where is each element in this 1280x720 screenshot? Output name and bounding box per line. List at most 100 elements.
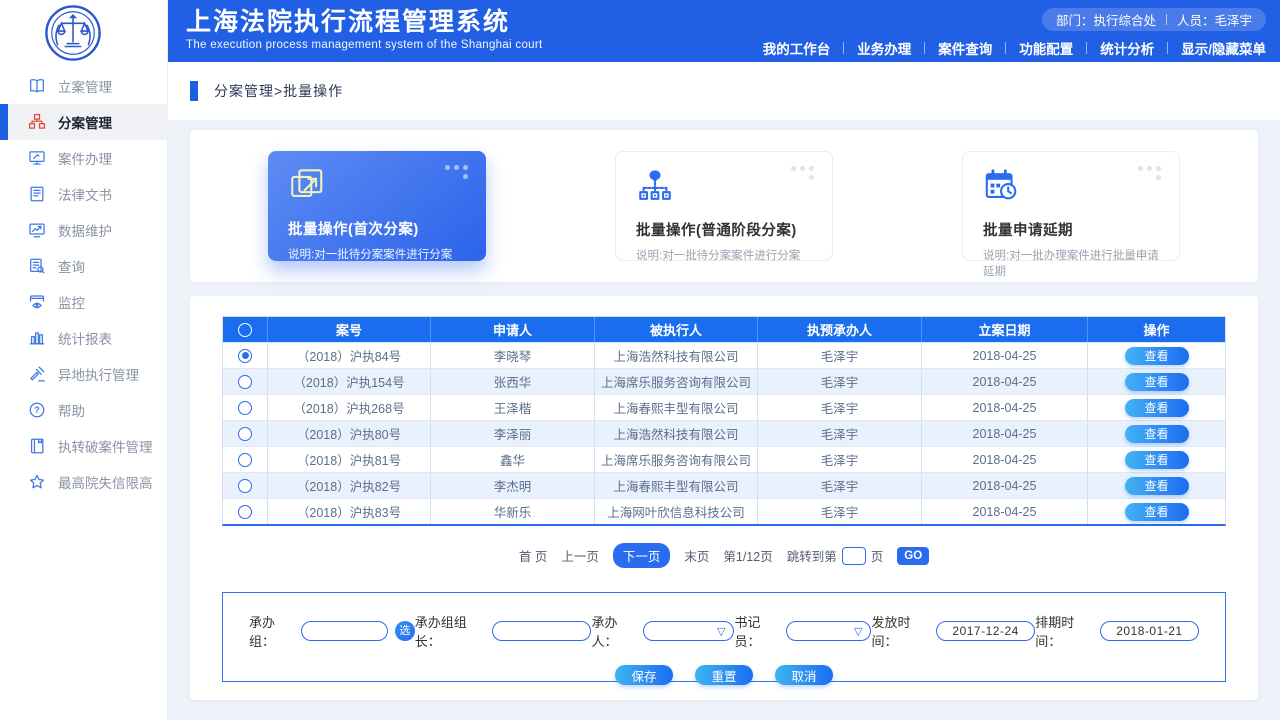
page-next[interactable]: 下一页 bbox=[613, 543, 671, 568]
sidebar-item-legal-documents[interactable]: 法律文书 bbox=[0, 176, 167, 212]
more-dots-icon[interactable] bbox=[1138, 166, 1161, 180]
nav-toggle-menu[interactable]: 显示/隐藏菜单 bbox=[1181, 38, 1266, 58]
cancel-button[interactable]: 取消 bbox=[775, 665, 833, 685]
cell-case-no: （2018）沪执154号 bbox=[268, 369, 431, 394]
jump-prefix-label: 跳转到第 bbox=[787, 546, 837, 565]
handling-group-input[interactable] bbox=[301, 621, 388, 641]
table-row: （2018）沪执81号 鑫华 上海席乐服务咨询有限公司 毛泽宇 2018-04-… bbox=[223, 446, 1225, 472]
nav-statistics-analysis[interactable]: 统计分析 bbox=[1100, 38, 1154, 58]
row-radio[interactable] bbox=[238, 427, 252, 441]
nav-function-config[interactable]: 功能配置 bbox=[1019, 38, 1073, 58]
view-button[interactable]: 查看 bbox=[1125, 425, 1189, 443]
cell-respondent: 上海席乐服务咨询有限公司 bbox=[595, 369, 758, 394]
sidebar-item-label: 立案管理 bbox=[58, 76, 112, 96]
cell-case-no: （2018）沪执81号 bbox=[268, 447, 431, 472]
card-desc: 说明:对一批待分案案件进行分案 bbox=[288, 246, 466, 262]
sidebar-item-case-handling[interactable]: 案件办理 bbox=[0, 140, 167, 176]
issue-date-input[interactable]: 2017-12-24 bbox=[936, 621, 1035, 641]
header-radio[interactable] bbox=[238, 323, 252, 337]
field-issue-date: 发放时间： 2017-12-24 bbox=[871, 612, 1035, 650]
more-dots-icon[interactable] bbox=[445, 165, 468, 179]
view-button[interactable]: 查看 bbox=[1125, 477, 1189, 495]
case-table-panel: 案号 申请人 被执行人 执预承办人 立案日期 操作 （2018）沪执84号 李晓… bbox=[190, 296, 1258, 700]
nav-business-handling[interactable]: 业务办理 bbox=[857, 38, 911, 58]
save-button[interactable]: 保存 bbox=[615, 665, 673, 685]
sidebar-item-label: 执转破案件管理 bbox=[58, 436, 153, 456]
nav-case-query[interactable]: 案件查询 bbox=[938, 38, 992, 58]
sidebar-item-statistics-report[interactable]: 统计报表 bbox=[0, 320, 167, 356]
handler-label: 承办人： bbox=[591, 612, 643, 650]
chevron-down-icon: ▽ bbox=[717, 625, 725, 638]
sidebar-item-query[interactable]: 查询 bbox=[0, 248, 167, 284]
view-button[interactable]: 查看 bbox=[1125, 503, 1189, 521]
select-group-button[interactable]: 选 bbox=[395, 621, 415, 641]
breadcrumb-accent-bar bbox=[190, 81, 198, 101]
table-row: （2018）沪执268号 王泽楷 上海春熙丰型有限公司 毛泽宇 2018-04-… bbox=[223, 394, 1225, 420]
sidebar-item-label: 案件办理 bbox=[58, 148, 112, 168]
row-radio[interactable] bbox=[238, 505, 252, 519]
breadcrumb: 分案管理>批量操作 bbox=[214, 81, 343, 101]
handler-select[interactable]: ▽ bbox=[643, 621, 734, 641]
case-table: 案号 申请人 被执行人 执预承办人 立案日期 操作 （2018）沪执84号 李晓… bbox=[222, 316, 1226, 526]
sidebar-item-supreme-court-dishonest[interactable]: 最高院失信限高 bbox=[0, 464, 167, 500]
cell-applicant: 李杰明 bbox=[431, 473, 595, 498]
group-leader-input[interactable] bbox=[492, 621, 591, 641]
cell-filing-date: 2018-04-25 bbox=[922, 421, 1088, 446]
clerk-select[interactable]: ▽ bbox=[786, 621, 871, 641]
document-icon bbox=[28, 185, 46, 203]
notebook-icon bbox=[28, 437, 46, 455]
cell-handler: 毛泽宇 bbox=[758, 421, 922, 446]
page-prev[interactable]: 上一页 bbox=[561, 546, 599, 565]
sidebar-item-label: 帮助 bbox=[58, 400, 85, 420]
row-radio[interactable] bbox=[238, 479, 252, 493]
divider bbox=[1167, 42, 1168, 54]
cell-filing-date: 2018-04-25 bbox=[922, 395, 1088, 420]
card-title: 批量操作(普通阶段分案) bbox=[636, 219, 812, 240]
sidebar-item-case-assignment[interactable]: 分案管理 bbox=[0, 104, 167, 140]
clerk-label: 书记员： bbox=[734, 612, 786, 650]
row-radio[interactable] bbox=[238, 401, 252, 415]
cell-case-no: （2018）沪执82号 bbox=[268, 473, 431, 498]
cell-filing-date: 2018-04-25 bbox=[922, 369, 1088, 394]
jump-page-input[interactable] bbox=[842, 547, 866, 565]
cell-applicant: 华新乐 bbox=[431, 499, 595, 524]
sidebar-item-case-filing[interactable]: 立案管理 bbox=[0, 68, 167, 104]
reset-button[interactable]: 重置 bbox=[695, 665, 753, 685]
sidebar-item-help[interactable]: ? 帮助 bbox=[0, 392, 167, 428]
row-radio[interactable] bbox=[238, 375, 252, 389]
divider bbox=[924, 42, 925, 54]
card-batch-extension-request[interactable]: 批量申请延期 说明:对一批办理案件进行批量申请延期 bbox=[962, 151, 1180, 261]
sidebar-nav: 立案管理 分案管理 案件办理 法律文书 数据维护 查询 监控 统计报表 bbox=[0, 68, 167, 500]
table-row: （2018）沪执83号 华新乐 上海网叶欣信息科技公司 毛泽宇 2018-04-… bbox=[223, 498, 1225, 524]
card-batch-stage-assignment[interactable]: 批量操作(普通阶段分案) 说明:对一批待分案案件进行分案 bbox=[615, 151, 833, 261]
sidebar-item-bankruptcy-cases[interactable]: 执转破案件管理 bbox=[0, 428, 167, 464]
form-fields-row: 承办组： 选 承办组组长： 承办人： ▽ 书记员： ▽ 发放时间： bbox=[249, 612, 1199, 650]
sidebar-item-monitoring[interactable]: 监控 bbox=[0, 284, 167, 320]
field-group-leader: 承办组组长： bbox=[415, 612, 592, 650]
card-batch-first-assignment[interactable]: 批量操作(首次分案) 说明:对一批待分案案件进行分案 bbox=[268, 151, 486, 261]
divider bbox=[843, 42, 844, 54]
user-info-pill: 部门：执行综合处 人员：毛泽宇 bbox=[1042, 8, 1266, 31]
cell-filing-date: 2018-04-25 bbox=[922, 447, 1088, 472]
main-content: 批量操作(首次分案) 说明:对一批待分案案件进行分案 批量操作(普通阶段分案) … bbox=[168, 120, 1280, 720]
form-buttons: 保存 重置 取消 bbox=[249, 665, 1199, 685]
view-button[interactable]: 查看 bbox=[1125, 373, 1189, 391]
view-button[interactable]: 查看 bbox=[1125, 347, 1189, 365]
sidebar-item-remote-execution[interactable]: 异地执行管理 bbox=[0, 356, 167, 392]
more-dots-icon[interactable] bbox=[791, 166, 814, 180]
calendar-clock-icon bbox=[983, 167, 1021, 205]
column-header-respondent: 被执行人 bbox=[595, 317, 758, 342]
sidebar-item-label: 统计报表 bbox=[58, 328, 112, 348]
view-button[interactable]: 查看 bbox=[1125, 399, 1189, 417]
nav-my-workbench[interactable]: 我的工作台 bbox=[763, 38, 831, 58]
row-radio[interactable] bbox=[238, 453, 252, 467]
sidebar-item-data-maintenance[interactable]: 数据维护 bbox=[0, 212, 167, 248]
row-radio[interactable] bbox=[238, 349, 252, 363]
page-last[interactable]: 末页 bbox=[684, 546, 709, 565]
group-leader-label: 承办组组长： bbox=[415, 612, 492, 650]
page-first[interactable]: 首 页 bbox=[519, 546, 547, 565]
go-button[interactable]: GO bbox=[897, 547, 929, 565]
field-handler: 承办人： ▽ bbox=[591, 612, 734, 650]
view-button[interactable]: 查看 bbox=[1125, 451, 1189, 469]
schedule-date-input[interactable]: 2018-01-21 bbox=[1100, 621, 1199, 641]
